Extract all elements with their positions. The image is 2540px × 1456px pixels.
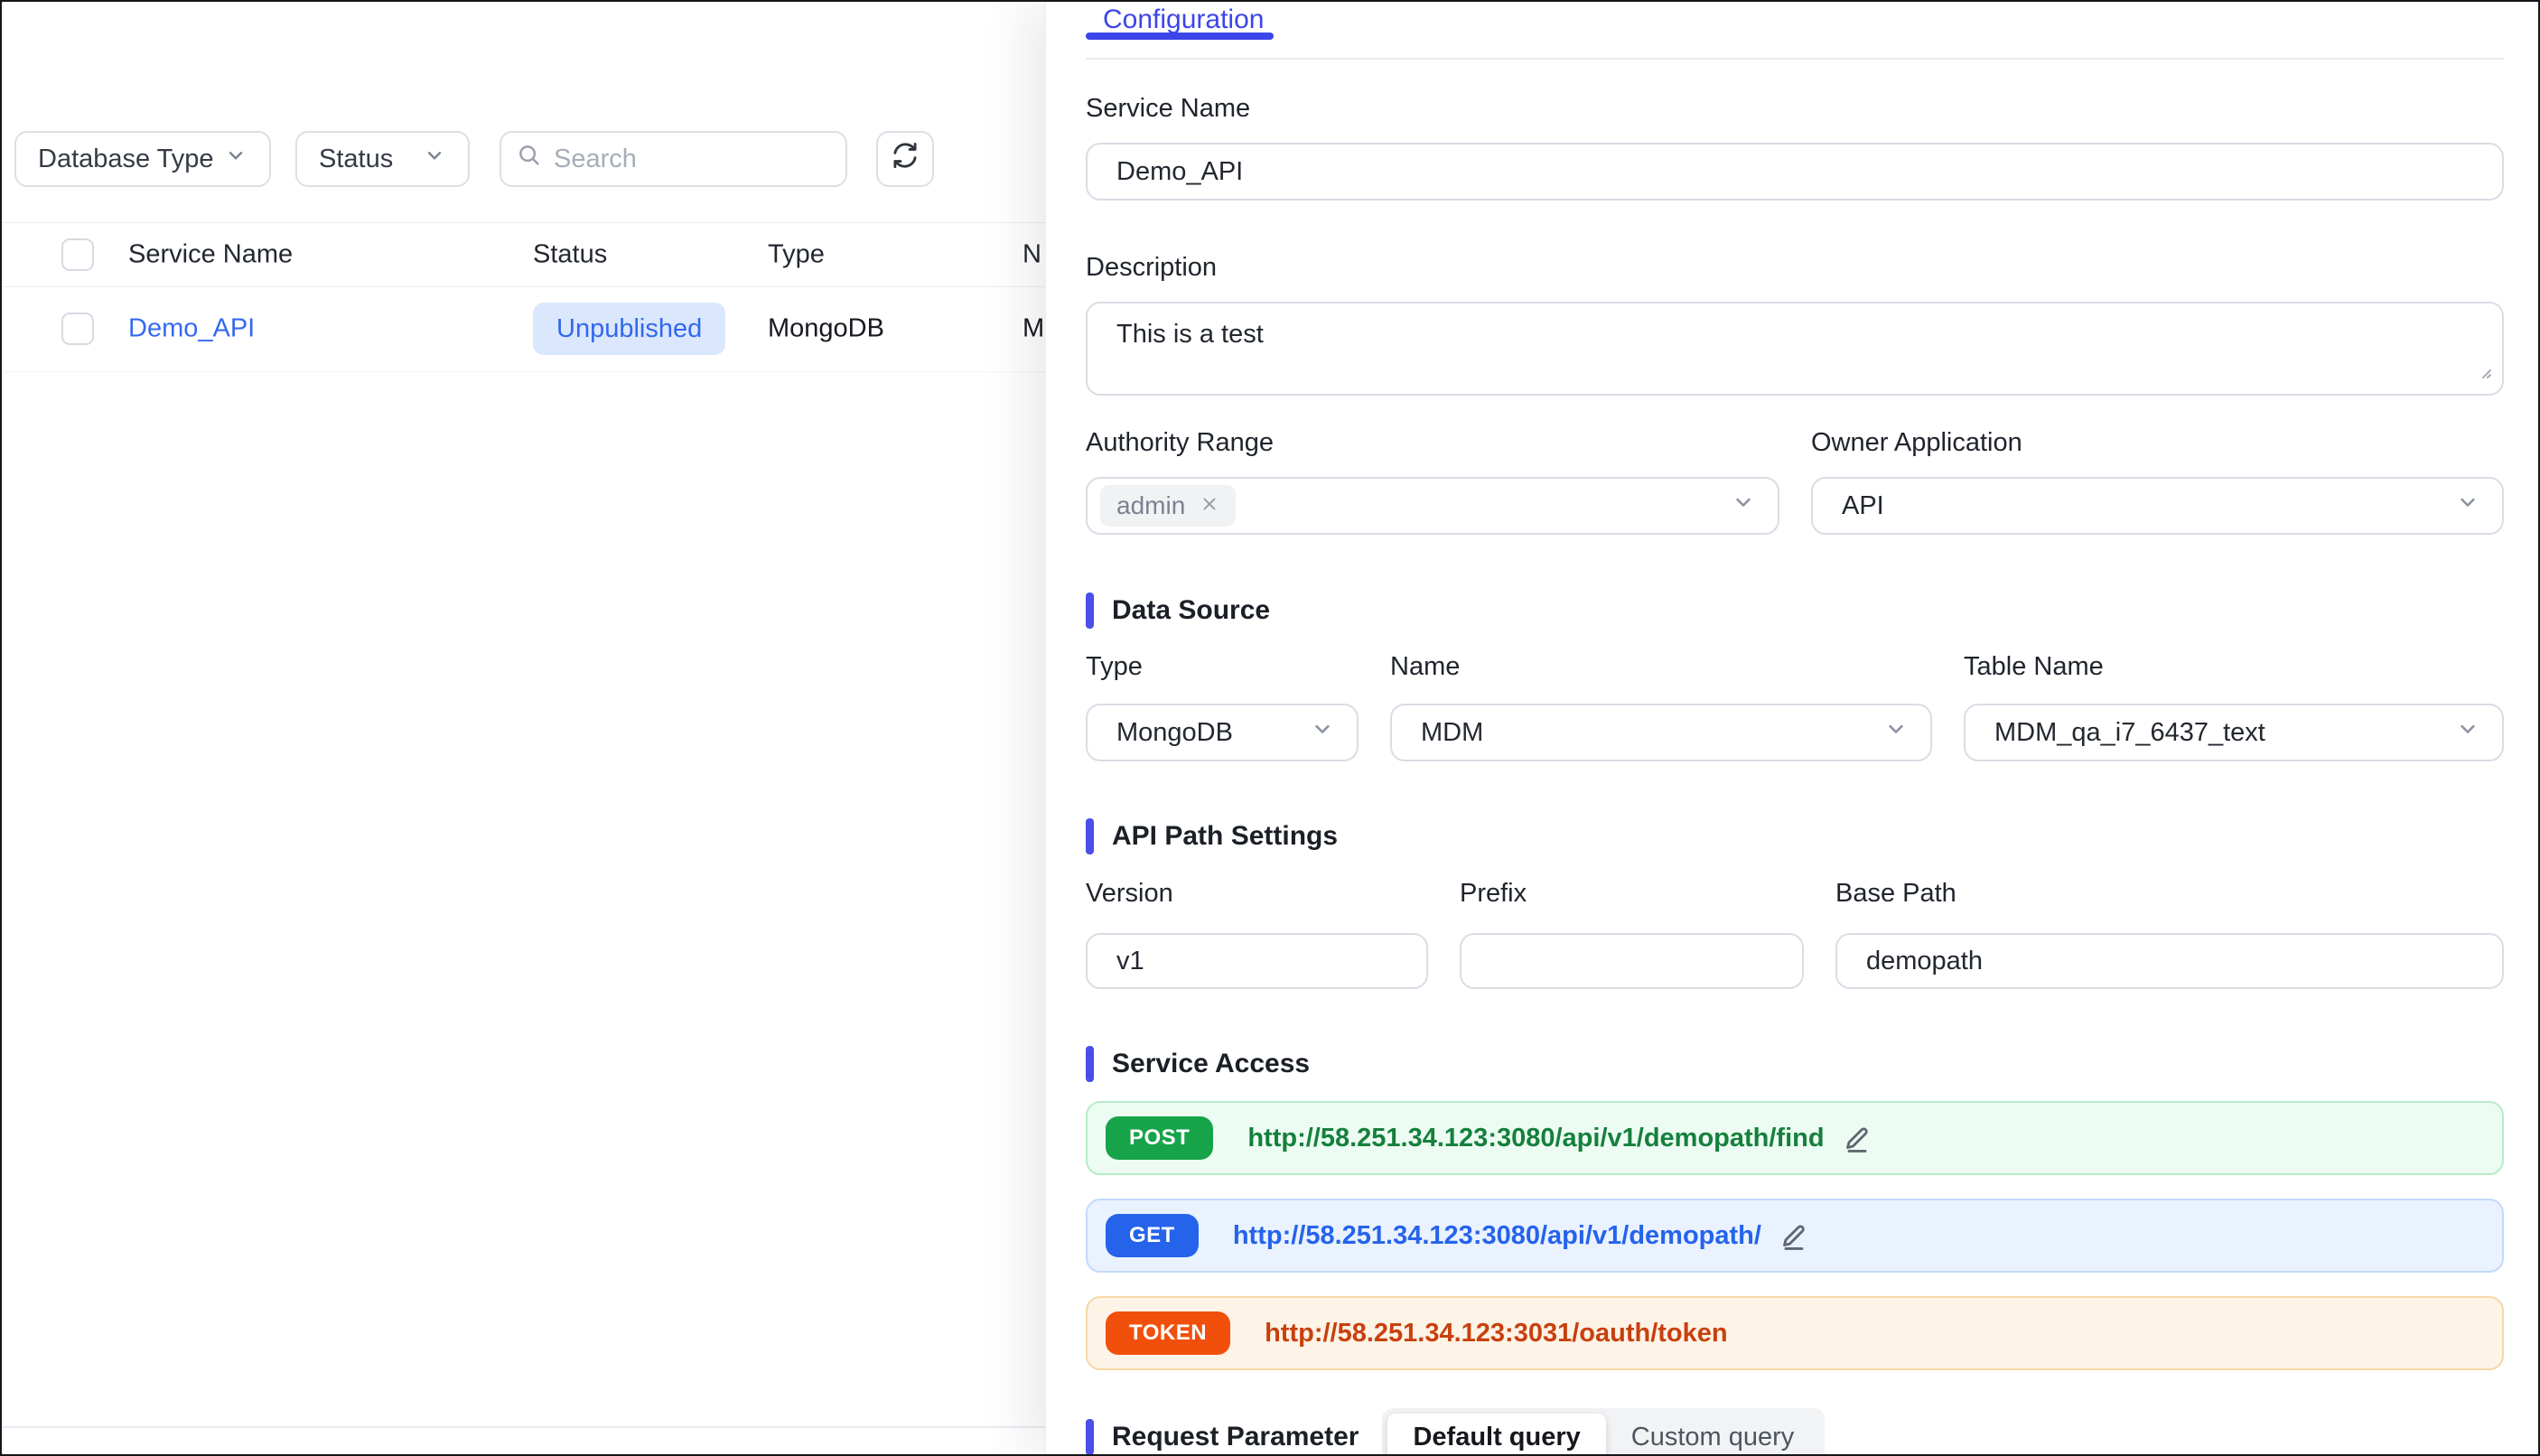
tab-custom-query[interactable]: Custom query: [1606, 1414, 1820, 1454]
database-type-filter-label: Database Type: [38, 145, 214, 174]
refresh-button[interactable]: [876, 131, 934, 187]
edit-icon[interactable]: [1778, 1219, 1810, 1252]
chevron-down-icon: [423, 144, 446, 174]
service-access-section-header: Service Access: [1086, 1046, 2504, 1082]
owner-application-select[interactable]: API: [1811, 477, 2504, 535]
token-endpoint-url: http://58.251.34.123:3031/oauth/token: [1265, 1319, 1728, 1349]
version-label: Version: [1086, 879, 1428, 909]
get-endpoint-url: http://58.251.34.123:3080/api/v1/demopat…: [1233, 1221, 1761, 1251]
chevron-down-icon: [1883, 716, 1909, 749]
column-header-partial: N: [1023, 240, 1041, 270]
query-mode-segmented-control: Default query Custom query: [1382, 1408, 1825, 1454]
service-name-label: Service Name: [1086, 94, 2504, 124]
status-filter[interactable]: Status: [295, 131, 470, 187]
panel-bottom-divider: [2, 1426, 1048, 1428]
description-label: Description: [1086, 253, 2504, 283]
tab-configuration-label: Configuration: [1103, 5, 1264, 34]
api-path-title: API Path Settings: [1112, 821, 1338, 852]
refresh-icon: [889, 139, 921, 179]
service-list-panel: Database Type Status: [2, 2, 1048, 1454]
ds-name-value: MDM: [1421, 718, 1483, 748]
search-input[interactable]: [552, 144, 831, 175]
description-field-wrap: [1086, 302, 2504, 396]
status-filter-label: Status: [319, 145, 393, 174]
endpoint-get: GET http://58.251.34.123:3080/api/v1/dem…: [1086, 1199, 2504, 1273]
prefix-label: Prefix: [1460, 879, 1804, 909]
tag-remove-icon[interactable]: [1200, 491, 1219, 520]
data-source-section-header: Data Source: [1086, 593, 2504, 629]
owner-application-value: API: [1842, 491, 1884, 521]
base-path-field[interactable]: [1835, 933, 2504, 989]
get-method-badge: GET: [1106, 1214, 1199, 1257]
owner-application-label: Owner Application: [1811, 428, 2504, 458]
column-header-service-name: Service Name: [128, 240, 293, 270]
drawer-tabs: Configuration: [1086, 2, 2504, 60]
tab-default-query[interactable]: Default query: [1387, 1414, 1605, 1454]
authority-range-label: Authority Range: [1086, 428, 1779, 458]
table-header: Service Name Status Type N: [2, 222, 1048, 287]
chevron-down-icon: [2455, 716, 2480, 749]
row-partial-cell: M: [1023, 314, 1044, 344]
app-window: Database Type Status: [0, 0, 2540, 1456]
status-badge: Unpublished: [533, 303, 725, 355]
base-path-label: Base Path: [1835, 879, 2504, 909]
section-accent-bar: [1086, 818, 1094, 854]
row-type-cell: MongoDB: [768, 314, 884, 344]
section-accent-bar: [1086, 593, 1094, 629]
database-type-filter[interactable]: Database Type: [14, 131, 271, 187]
chevron-down-icon: [1731, 490, 1756, 522]
chevron-down-icon: [1310, 716, 1335, 749]
select-all-checkbox[interactable]: [61, 238, 94, 271]
ds-table-name-select[interactable]: MDM_qa_i7_6437_text: [1964, 704, 2504, 761]
row-checkbox[interactable]: [61, 313, 94, 345]
chevron-down-icon: [2455, 490, 2480, 522]
authority-tag-label: admin: [1116, 491, 1185, 520]
token-method-badge: TOKEN: [1106, 1311, 1230, 1355]
ds-table-name-value: MDM_qa_i7_6437_text: [1994, 718, 2265, 748]
resize-grip-icon[interactable]: [2475, 362, 2493, 385]
search-box: [500, 131, 847, 187]
endpoint-token: TOKEN http://58.251.34.123:3031/oauth/to…: [1086, 1296, 2504, 1370]
data-source-title: Data Source: [1112, 595, 1270, 626]
chevron-down-icon: [224, 144, 247, 174]
ds-name-select[interactable]: MDM: [1390, 704, 1932, 761]
authority-tag: admin: [1100, 485, 1236, 527]
ds-table-name-label: Table Name: [1964, 652, 2504, 682]
description-field[interactable]: [1086, 302, 2504, 396]
version-field[interactable]: [1086, 933, 1428, 989]
active-tab-indicator: [1086, 33, 1274, 40]
column-header-status: Status: [533, 240, 607, 270]
edit-icon[interactable]: [1841, 1122, 1873, 1154]
section-accent-bar: [1086, 1419, 1094, 1454]
api-path-section-header: API Path Settings: [1086, 818, 2504, 854]
search-icon: [516, 142, 543, 176]
request-parameter-section-header: Request Parameter: [1086, 1419, 1359, 1454]
ds-type-label: Type: [1086, 652, 1359, 682]
authority-range-select[interactable]: admin: [1086, 477, 1779, 535]
filter-bar: Database Type Status: [14, 131, 934, 187]
column-header-type: Type: [768, 240, 825, 270]
configuration-drawer: Configuration Service Name Description A…: [1045, 2, 2538, 1454]
ds-type-select[interactable]: MongoDB: [1086, 704, 1359, 761]
ds-name-label: Name: [1390, 652, 1932, 682]
tab-configuration[interactable]: Configuration: [1086, 5, 1264, 35]
section-accent-bar: [1086, 1046, 1094, 1082]
prefix-field[interactable]: [1460, 933, 1804, 989]
table-row: Demo_API Unpublished MongoDB M: [2, 286, 1048, 372]
service-access-title: Service Access: [1112, 1049, 1310, 1079]
service-name-link[interactable]: Demo_API: [128, 314, 255, 344]
service-name-field[interactable]: [1086, 143, 2504, 201]
post-method-badge: POST: [1106, 1116, 1213, 1160]
request-parameter-row: Request Parameter Default query Custom q…: [1086, 1408, 2504, 1454]
endpoint-post: POST http://58.251.34.123:3080/api/v1/de…: [1086, 1101, 2504, 1175]
ds-type-value: MongoDB: [1116, 718, 1233, 748]
post-endpoint-url: http://58.251.34.123:3080/api/v1/demopat…: [1247, 1124, 1824, 1153]
request-parameter-title: Request Parameter: [1112, 1422, 1359, 1452]
